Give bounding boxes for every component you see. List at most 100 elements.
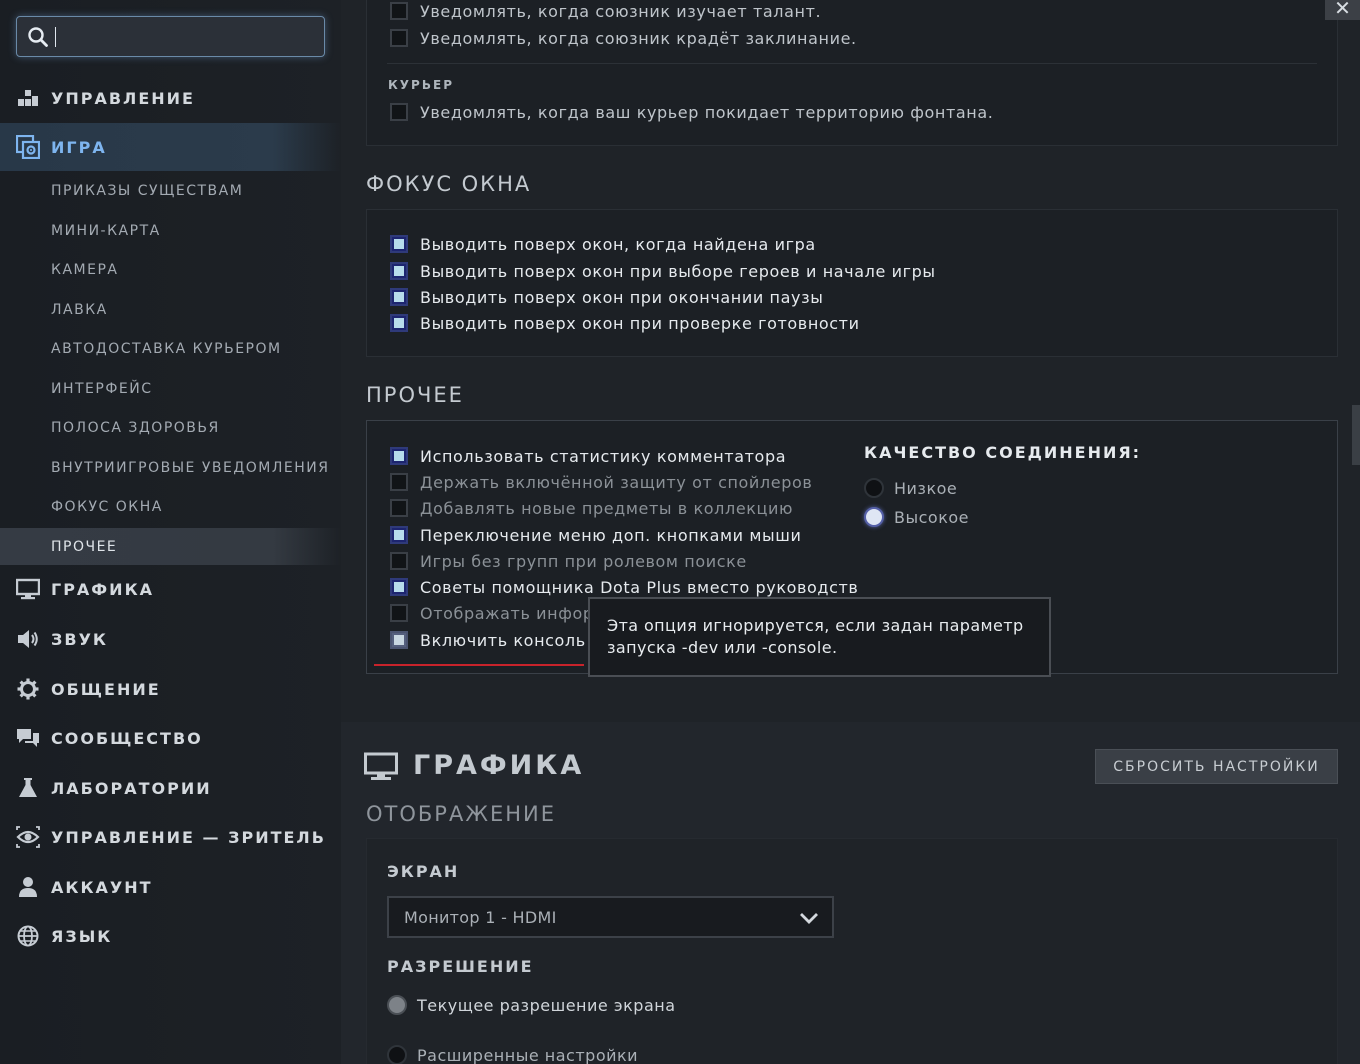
sidebar-subitem-label: АВТОДОСТАВКА КУРЬЕРОМ <box>51 340 282 357</box>
option-label: Включить консоль <box>420 630 586 650</box>
sidebar-item-label: АККАУНТ <box>51 877 153 897</box>
sidebar-subitem-minimap[interactable]: МИНИ-КАРТА <box>0 212 341 249</box>
divider <box>387 63 1317 64</box>
reset-settings-button[interactable]: СБРОСИТЬ НАСТРОЙКИ <box>1095 749 1338 784</box>
window-focus-title: ФОКУС ОКНА <box>366 172 532 196</box>
sidebar-subitem-label: ПРОЧЕЕ <box>51 538 118 555</box>
option-label: Использовать статистику комментатора <box>420 446 787 466</box>
focus-hero-pick-option[interactable]: Выводить поверх окон при выборе героев и… <box>390 260 936 282</box>
flask-icon <box>16 776 40 800</box>
connection-quality-high[interactable]: Высокое <box>864 505 969 529</box>
sidebar-item-language[interactable]: ЯЗЫК <box>0 912 341 960</box>
chat-bubbles-icon <box>16 726 40 750</box>
sidebar-subitem-window-focus[interactable]: ФОКУС ОКНА <box>0 488 341 525</box>
monitor-icon <box>16 577 40 601</box>
console-tooltip: Эта опция игнорируется, если задан парам… <box>588 597 1051 677</box>
checkbox[interactable] <box>390 447 408 465</box>
sidebar-item-label: ЯЗЫК <box>51 926 113 946</box>
sidebar-subitem-label: КАМЕРА <box>51 261 119 278</box>
sidebar-item-account[interactable]: АККАУНТ <box>0 863 341 911</box>
checkbox[interactable] <box>390 552 408 570</box>
chevron-down-icon <box>800 913 818 924</box>
radio-button[interactable] <box>864 507 884 527</box>
close-button[interactable]: ✕ <box>1325 0 1360 20</box>
sidebar-item-label: СООБЩЕСТВО <box>51 728 203 748</box>
search-input[interactable] <box>16 16 325 57</box>
checkbox[interactable] <box>390 29 408 47</box>
radio-button[interactable] <box>387 1045 407 1064</box>
sidebar-subitem-unit-orders[interactable]: ПРИКАЗЫ СУЩЕСТВАМ <box>0 172 341 209</box>
sidebar-item-graphics[interactable]: ГРАФИКА <box>0 565 341 613</box>
focus-game-found-option[interactable]: Выводить поверх окон, когда найдена игра <box>390 233 816 255</box>
eye-icon <box>16 825 40 849</box>
checkbox[interactable] <box>390 578 408 596</box>
display-panel <box>366 838 1338 1064</box>
checkbox[interactable] <box>390 262 408 280</box>
text-caret <box>55 27 56 47</box>
checkbox[interactable] <box>390 314 408 332</box>
sidebar-subitem-camera[interactable]: КАМЕРА <box>0 251 341 288</box>
screen-dropdown[interactable]: Монитор 1 - HDMI <box>387 896 834 938</box>
sidebar-item-sound[interactable]: ЗВУК <box>0 615 341 663</box>
misc-dota-plus-tips-option[interactable]: Советы помощника Dota Plus вместо руково… <box>390 576 858 598</box>
misc-show-info-option[interactable]: Отображать информ <box>390 602 606 624</box>
sidebar-subitem-label: МИНИ-КАРТА <box>51 222 161 239</box>
display-title: ОТОБРАЖЕНИЕ <box>366 802 556 826</box>
misc-mouse-buttons-menu-option[interactable]: Переключение меню доп. кнопками мыши <box>390 524 801 546</box>
misc-spoiler-protection-option[interactable]: Держать включённой защиту от спойлеров <box>390 471 812 493</box>
sidebar-item-spectator-controls[interactable]: УПРАВЛЕНИЕ — ЗРИТЕЛЬ <box>0 813 341 861</box>
sidebar-subitem-shop[interactable]: ЛАВКА <box>0 291 341 328</box>
checkbox[interactable] <box>390 288 408 306</box>
option-label: Выводить поверх окон при проверке готовн… <box>420 313 860 333</box>
checkbox[interactable] <box>390 604 408 622</box>
option-label: Выводить поверх окон при выборе героев и… <box>420 261 936 281</box>
notify-ally-steal-option[interactable]: Уведомлять, когда союзник крадёт заклина… <box>390 27 857 49</box>
sidebar-item-community[interactable]: СООБЩЕСТВО <box>0 714 341 762</box>
connection-quality-low[interactable]: Низкое <box>864 476 957 500</box>
sidebar-subitem-label: ПОЛОСА ЗДОРОВЬЯ <box>51 419 220 436</box>
checkbox[interactable] <box>390 473 408 491</box>
resolution-advanced-option[interactable]: Расширенные настройки <box>387 1043 638 1064</box>
sidebar-item-labs[interactable]: ЛАБОРАТОРИИ <box>0 764 341 812</box>
courier-heading: КУРЬЕР <box>388 78 454 92</box>
option-label: Игры без групп при ролевом поиске <box>420 551 747 571</box>
misc-solo-role-queue-option[interactable]: Игры без групп при ролевом поиске <box>390 550 747 572</box>
sidebar-item-controls[interactable]: УПРАВЛЕНИЕ <box>0 74 341 122</box>
sidebar-subitem-misc[interactable]: ПРОЧЕЕ <box>0 528 341 565</box>
option-label: Советы помощника Dota Plus вместо руково… <box>420 577 859 597</box>
controls-icon <box>16 86 40 110</box>
sidebar-subitem-label: ЛАВКА <box>51 301 108 318</box>
scrollbar-thumb[interactable] <box>1352 405 1360 465</box>
hover-underline <box>374 664 584 666</box>
sidebar-subitem-label: ИНТЕРФЕЙС <box>51 380 153 397</box>
sidebar-subitem-courier-delivery[interactable]: АВТОДОСТАВКА КУРЬЕРОМ <box>0 330 341 367</box>
sidebar-item-game[interactable]: ИГРА <box>0 123 341 171</box>
connection-quality-heading: КАЧЕСТВО СОЕДИНЕНИЯ: <box>864 443 1142 462</box>
sidebar-subitem-ingame-notifications[interactable]: ВНУТРИИГРОВЫЕ УВЕДОМЛЕНИЯ <box>0 449 341 486</box>
option-label: Выводить поверх окон, когда найдена игра <box>420 234 816 254</box>
notify-ally-talent-option[interactable]: Уведомлять, когда союзник изучает талант… <box>390 0 821 22</box>
focus-ready-check-option[interactable]: Выводить поверх окон при проверке готовн… <box>390 312 860 334</box>
misc-add-items-collection-option[interactable]: Добавлять новые предметы в коллекцию <box>390 497 793 519</box>
checkbox[interactable] <box>390 631 408 649</box>
option-label: Текущее разрешение экрана <box>417 995 676 1015</box>
option-label: Переключение меню доп. кнопками мыши <box>420 525 802 545</box>
misc-enable-console-option[interactable]: Включить консоль <box>390 629 586 651</box>
checkbox[interactable] <box>390 103 408 121</box>
sidebar-item-label: УПРАВЛЕНИЕ — ЗРИТЕЛЬ <box>51 827 326 847</box>
checkbox[interactable] <box>390 499 408 517</box>
option-label: Уведомлять, когда союзник крадёт заклина… <box>420 28 857 48</box>
radio-button[interactable] <box>387 995 407 1015</box>
sidebar-item-label: ЛАБОРАТОРИИ <box>51 778 212 798</box>
sidebar-subitem-health-bar[interactable]: ПОЛОСА ЗДОРОВЬЯ <box>0 409 341 446</box>
notify-courier-leaves-option[interactable]: Уведомлять, когда ваш курьер покидает те… <box>390 101 993 123</box>
sidebar-subitem-interface[interactable]: ИНТЕРФЕЙС <box>0 370 341 407</box>
sidebar-item-social[interactable]: ОБЩЕНИЕ <box>0 665 341 713</box>
misc-commentator-stats-option[interactable]: Использовать статистику комментатора <box>390 445 786 467</box>
focus-unpause-option[interactable]: Выводить поверх окон при окончании паузы <box>390 286 823 308</box>
checkbox[interactable] <box>390 235 408 253</box>
checkbox[interactable] <box>390 2 408 20</box>
radio-button[interactable] <box>864 478 884 498</box>
resolution-current-option[interactable]: Текущее разрешение экрана <box>387 993 676 1017</box>
checkbox[interactable] <box>390 526 408 544</box>
